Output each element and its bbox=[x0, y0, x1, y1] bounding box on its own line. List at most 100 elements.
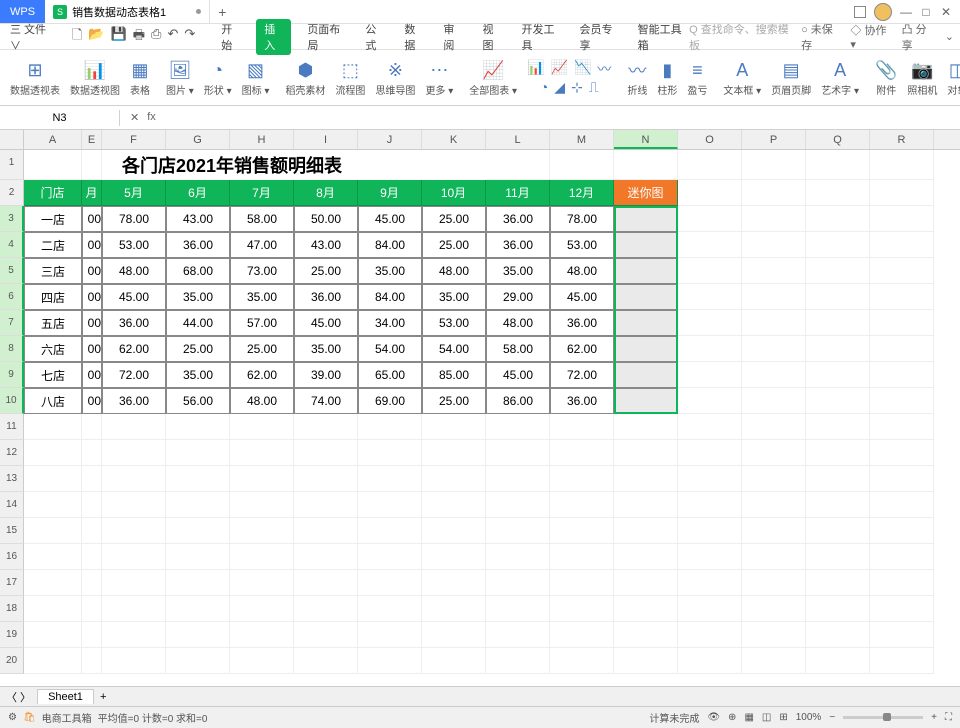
cell-R1[interactable] bbox=[870, 150, 934, 180]
cell-R12[interactable] bbox=[870, 440, 934, 466]
cell-N2[interactable]: 迷你图 bbox=[614, 180, 678, 206]
cell-J17[interactable] bbox=[358, 570, 422, 596]
cell-O3[interactable] bbox=[678, 206, 742, 232]
view-normal-icon[interactable]: ▦ bbox=[744, 712, 753, 723]
row-header-16[interactable]: 16 bbox=[0, 544, 24, 570]
cell-A9[interactable]: 七店 bbox=[24, 362, 82, 388]
cell-G5[interactable]: 68.00 bbox=[166, 258, 230, 284]
cell-L17[interactable] bbox=[486, 570, 550, 596]
row-header-17[interactable]: 17 bbox=[0, 570, 24, 596]
cell-Q5[interactable] bbox=[806, 258, 870, 284]
cell-F5[interactable]: 48.00 bbox=[102, 258, 166, 284]
cell-A17[interactable] bbox=[24, 570, 82, 596]
trend-chart-icon[interactable]: 〰 bbox=[597, 59, 611, 79]
zoom-label[interactable]: 100% bbox=[796, 712, 822, 723]
cell-J9[interactable]: 65.00 bbox=[358, 362, 422, 388]
cell-O11[interactable] bbox=[678, 414, 742, 440]
cell-E6[interactable]: 00 bbox=[82, 284, 102, 310]
cell-P13[interactable] bbox=[742, 466, 806, 492]
cell-Q13[interactable] bbox=[806, 466, 870, 492]
cell-J4[interactable]: 84.00 bbox=[358, 232, 422, 258]
cell-K4[interactable]: 25.00 bbox=[422, 232, 486, 258]
row-header-3[interactable]: 3 bbox=[0, 206, 24, 232]
cell-Q18[interactable] bbox=[806, 596, 870, 622]
row-header-9[interactable]: 9 bbox=[0, 362, 24, 388]
row-header-2[interactable]: 2 bbox=[0, 180, 24, 206]
cell-I6[interactable]: 36.00 bbox=[294, 284, 358, 310]
row-header-13[interactable]: 13 bbox=[0, 466, 24, 492]
cell-K3[interactable]: 25.00 bbox=[422, 206, 486, 232]
cell-J12[interactable] bbox=[358, 440, 422, 466]
col-header-R[interactable]: R bbox=[870, 130, 934, 149]
cell-P19[interactable] bbox=[742, 622, 806, 648]
cell-R16[interactable] bbox=[870, 544, 934, 570]
ribbon-object[interactable]: ◫对象 bbox=[943, 52, 960, 103]
cell-Q9[interactable] bbox=[806, 362, 870, 388]
cell-L16[interactable] bbox=[486, 544, 550, 570]
cell-E8[interactable]: 00 bbox=[82, 336, 102, 362]
cell-E16[interactable] bbox=[82, 544, 102, 570]
cell-H2[interactable]: 7月 bbox=[230, 180, 294, 206]
cell-R9[interactable] bbox=[870, 362, 934, 388]
share-button[interactable]: 凸 分享 bbox=[902, 21, 935, 53]
tab-insert[interactable]: 插入 bbox=[256, 19, 291, 55]
cell-N10[interactable] bbox=[614, 388, 678, 414]
layout-icon[interactable] bbox=[854, 6, 866, 18]
cell-J7[interactable]: 34.00 bbox=[358, 310, 422, 336]
search-input[interactable]: Q 查找命令、搜索模板 bbox=[689, 21, 791, 53]
cell-O19[interactable] bbox=[678, 622, 742, 648]
cell-M12[interactable] bbox=[550, 440, 614, 466]
cell-I13[interactable] bbox=[294, 466, 358, 492]
cell-M20[interactable] bbox=[550, 648, 614, 674]
cell-G15[interactable] bbox=[166, 518, 230, 544]
cell-A2[interactable]: 门店 bbox=[24, 180, 82, 206]
cell-G12[interactable] bbox=[166, 440, 230, 466]
cell-M3[interactable]: 78.00 bbox=[550, 206, 614, 232]
cell-P16[interactable] bbox=[742, 544, 806, 570]
cell-Q16[interactable] bbox=[806, 544, 870, 570]
cell-A11[interactable] bbox=[24, 414, 82, 440]
cell-E17[interactable] bbox=[82, 570, 102, 596]
cell-K18[interactable] bbox=[422, 596, 486, 622]
cell-N9[interactable] bbox=[614, 362, 678, 388]
cancel-formula-icon[interactable]: ✕ bbox=[130, 111, 139, 124]
cell-H9[interactable]: 62.00 bbox=[230, 362, 294, 388]
cell-R20[interactable] bbox=[870, 648, 934, 674]
cell-L11[interactable] bbox=[486, 414, 550, 440]
cell-A10[interactable]: 八店 bbox=[24, 388, 82, 414]
cell-Q7[interactable] bbox=[806, 310, 870, 336]
cell-F2[interactable]: 5月 bbox=[102, 180, 166, 206]
qat-new-icon[interactable]: 🗋 bbox=[72, 26, 82, 48]
cell-R15[interactable] bbox=[870, 518, 934, 544]
tab-start[interactable]: 开始 bbox=[217, 19, 244, 55]
cell-Q3[interactable] bbox=[806, 206, 870, 232]
tab-pagelayout[interactable]: 页面布局 bbox=[303, 19, 349, 55]
cell-H15[interactable] bbox=[230, 518, 294, 544]
cell-E11[interactable] bbox=[82, 414, 102, 440]
row-header-5[interactable]: 5 bbox=[0, 258, 24, 284]
view-grid-icon[interactable]: ⊕ bbox=[728, 712, 736, 723]
cell-G6[interactable]: 35.00 bbox=[166, 284, 230, 310]
cell-H5[interactable]: 73.00 bbox=[230, 258, 294, 284]
col-header-O[interactable]: O bbox=[678, 130, 742, 149]
cell-J13[interactable] bbox=[358, 466, 422, 492]
cell-F6[interactable]: 45.00 bbox=[102, 284, 166, 310]
cell-J10[interactable]: 69.00 bbox=[358, 388, 422, 414]
cell-L3[interactable]: 36.00 bbox=[486, 206, 550, 232]
col-header-P[interactable]: P bbox=[742, 130, 806, 149]
maximize-button[interactable]: □ bbox=[920, 5, 932, 19]
cell-P17[interactable] bbox=[742, 570, 806, 596]
sheet-tab-1[interactable]: Sheet1 bbox=[37, 689, 94, 704]
cell-K8[interactable]: 54.00 bbox=[422, 336, 486, 362]
cell-E1[interactable] bbox=[82, 150, 102, 180]
cell-R11[interactable] bbox=[870, 414, 934, 440]
cell-O12[interactable] bbox=[678, 440, 742, 466]
cell-O20[interactable] bbox=[678, 648, 742, 674]
cell-M19[interactable] bbox=[550, 622, 614, 648]
cell-E15[interactable] bbox=[82, 518, 102, 544]
cell-O13[interactable] bbox=[678, 466, 742, 492]
ribbon-table[interactable]: ▦表格 bbox=[126, 52, 154, 103]
cell-L20[interactable] bbox=[486, 648, 550, 674]
col-header-Q[interactable]: Q bbox=[806, 130, 870, 149]
cell-G3[interactable]: 43.00 bbox=[166, 206, 230, 232]
